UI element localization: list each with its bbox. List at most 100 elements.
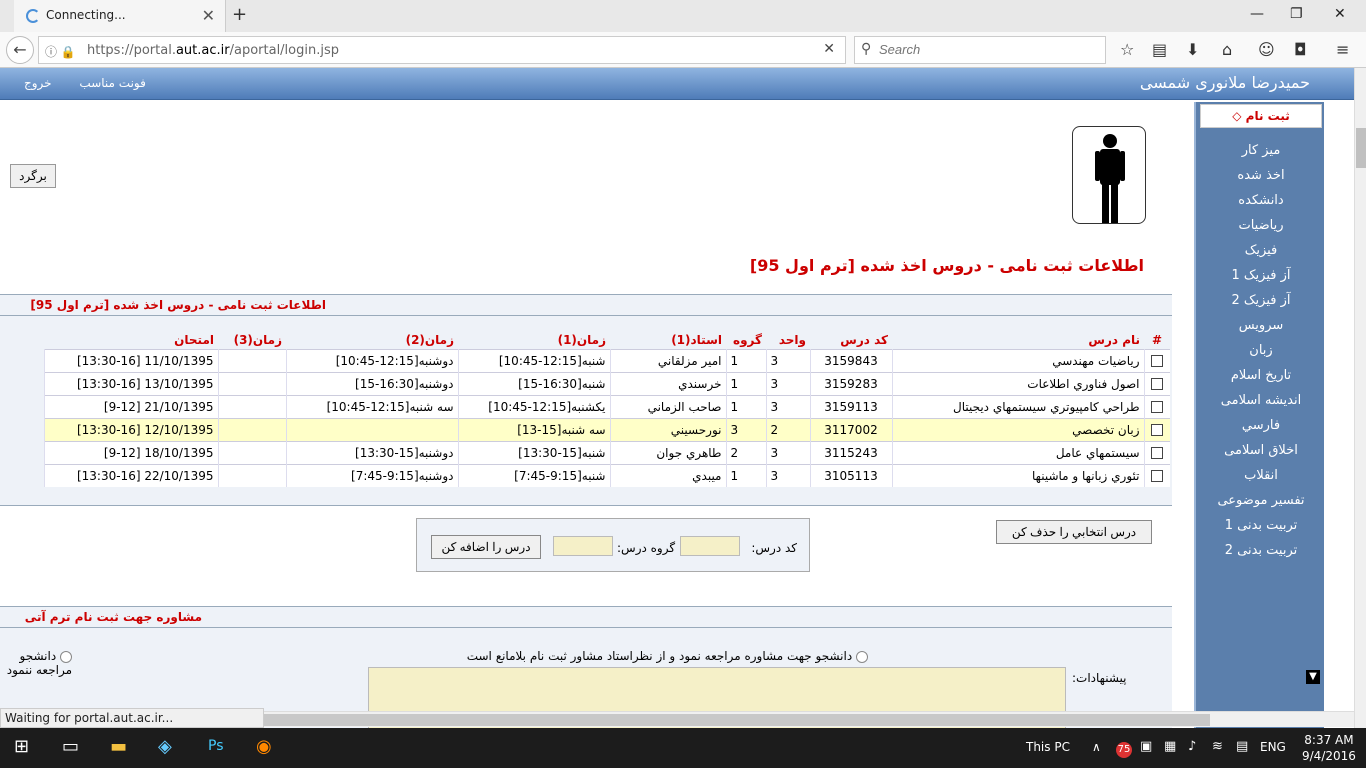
search-input[interactable] — [879, 42, 1099, 57]
home-icon[interactable]: ⌂ — [1222, 40, 1232, 59]
scroll-down-icon[interactable]: ▼ — [1306, 670, 1320, 684]
exit-link[interactable]: خروج — [24, 76, 52, 90]
cell-time3 — [217, 463, 286, 487]
vertical-scrollbar[interactable] — [1354, 68, 1366, 728]
row-checkbox[interactable] — [1151, 470, 1164, 483]
sidebar-item[interactable]: دانشکده — [1196, 188, 1326, 213]
firefox-icon[interactable]: ◉ — [256, 736, 272, 757]
minimize-icon[interactable]: — — [1250, 6, 1264, 22]
task-view-icon[interactable]: ▭ — [62, 736, 79, 757]
pocket-icon[interactable]: ◘ — [1294, 40, 1307, 59]
window-close-icon[interactable]: ✕ — [1334, 6, 1346, 22]
search-box[interactable]: ⚲ — [854, 36, 1106, 64]
sidebar-item[interactable]: اندیشه اسلامی — [1196, 388, 1326, 413]
section-title: مشاوره جهت ثبت نام ترم آتی — [24, 610, 202, 624]
app-icon[interactable]: ◈ — [158, 736, 172, 757]
cell-time1: شنبه[16:30-15] — [457, 371, 610, 395]
delete-course-button[interactable]: درس انتخابي را حذف كن — [996, 520, 1152, 544]
table-row: اصول فناوري اطلاعات 3159283 3 1 خرسندي ش… — [44, 371, 1170, 395]
cell-time2 — [285, 417, 458, 441]
url-bar[interactable]: ⓘ 🔒 https://portal.aut.ac.ir/aportal/log… — [38, 36, 846, 64]
nav-bar: ← ⓘ 🔒 https://portal.aut.ac.ir/aportal/l… — [0, 32, 1366, 68]
clock[interactable]: 8:37 AM 9/4/2016 — [1302, 732, 1356, 764]
sidebar: ثبت نام ◇ میز کار اخذ شده دانشکده ریاضیا… — [1194, 102, 1324, 728]
row-checkbox[interactable] — [1151, 447, 1164, 459]
cell-name: اصول فناوري اطلاعات — [891, 371, 1144, 395]
download-icon[interactable]: ⬇ — [1186, 40, 1199, 59]
add-course-button[interactable]: درس را اضافه كن — [431, 535, 541, 559]
not-advised-radio[interactable] — [60, 650, 72, 663]
sidebar-item[interactable]: اخذ شده — [1196, 163, 1326, 188]
loading-spinner-icon — [26, 9, 40, 23]
site-info-icon[interactable]: ⓘ 🔒 — [45, 43, 76, 60]
sidebar-item[interactable]: ریاضیات — [1196, 213, 1326, 238]
back-button[interactable]: برگرد — [10, 164, 56, 188]
emoji-icon[interactable]: ☺ — [1258, 40, 1275, 59]
menu-icon[interactable]: ≡ — [1336, 40, 1349, 59]
sidebar-item[interactable]: فارسي — [1196, 413, 1326, 438]
notification-badge[interactable]: 75 — [1116, 742, 1132, 758]
cell-teacher: صاحب الزماني — [609, 394, 726, 418]
advised-radio[interactable] — [856, 650, 868, 663]
cell-exam: 22/10/1395 [13:30-16] — [44, 463, 218, 487]
tray-icon[interactable]: ▦ — [1164, 739, 1176, 754]
message-icon[interactable]: ▤ — [1236, 739, 1248, 754]
row-checkbox[interactable] — [1151, 378, 1164, 390]
sidebar-item[interactable]: فیزیک — [1196, 238, 1326, 263]
sidebar-item[interactable]: تربیت بدنی 1 — [1196, 513, 1326, 538]
clock-time: 8:37 AM — [1304, 733, 1354, 747]
wifi-icon[interactable]: ≋ — [1212, 739, 1223, 754]
cell-time3 — [217, 371, 286, 395]
table-row: تئوري زبانها و ماشينها 3105113 3 1 ميبدي… — [44, 463, 1170, 487]
back-arrow-icon[interactable]: ← — [6, 36, 34, 64]
reading-list-icon[interactable]: ▤ — [1152, 40, 1167, 59]
cell-time2: سه شنبه[12:15-10:45] — [285, 394, 458, 418]
cell-units: 3 — [765, 348, 810, 372]
cell-code: 3115243 — [809, 440, 892, 464]
monitor-icon[interactable]: ▣ — [1140, 739, 1152, 754]
sidebar-item[interactable]: انقلاب — [1196, 463, 1326, 488]
sidebar-item[interactable]: اخلاق اسلامی — [1196, 438, 1326, 463]
cell-group: 1 — [725, 348, 766, 372]
sidebar-item[interactable]: میز کار — [1196, 138, 1326, 163]
col-header: # — [1151, 332, 1163, 347]
sidebar-item[interactable]: زبان — [1196, 338, 1326, 363]
course-code-input[interactable] — [680, 536, 740, 556]
restore-icon[interactable]: ❐ — [1290, 6, 1303, 22]
this-pc-label[interactable]: This PC — [1026, 740, 1070, 754]
new-tab-icon[interactable]: + — [232, 4, 247, 25]
cell-code: 3159283 — [809, 371, 892, 395]
sidebar-item[interactable]: آز فیزیک 2 — [1196, 288, 1326, 313]
sidebar-title[interactable]: ثبت نام ◇ — [1200, 104, 1322, 128]
language-indicator[interactable]: ENG — [1260, 740, 1286, 754]
sidebar-item[interactable]: آز فیزیک 1 — [1196, 263, 1326, 288]
photoshop-icon[interactable]: Ps — [208, 738, 224, 754]
advised-option[interactable]: دانشجو جهت مشاوره مراجعه نمود و از نظراس… — [467, 649, 868, 663]
row-checkbox[interactable] — [1151, 355, 1164, 367]
cell-teacher: نورحسيني — [609, 417, 726, 441]
cell-teacher: ميبدي — [609, 463, 726, 487]
cell-group: 2 — [725, 440, 766, 464]
tray-expand-icon[interactable]: ∧ — [1092, 740, 1101, 754]
active-tab[interactable]: Connecting... ✕ — [14, 0, 226, 32]
sidebar-item[interactable]: تفسیر موضوعی — [1196, 488, 1326, 513]
col-header: زمان(2) — [405, 332, 454, 347]
volume-icon[interactable]: ♪ — [1188, 739, 1196, 754]
row-checkbox[interactable] — [1151, 401, 1164, 413]
cell-units: 3 — [765, 394, 810, 418]
table-row: طراحي كامپيوتري سيستمهاي ديجيتال 3159113… — [44, 394, 1170, 418]
close-tab-icon[interactable]: ✕ — [202, 6, 215, 25]
file-explorer-icon[interactable]: ▬ — [110, 736, 127, 757]
stop-loading-icon[interactable]: ✕ — [823, 41, 835, 57]
sidebar-item[interactable]: تاریخ اسلام — [1196, 363, 1326, 388]
windows-start-icon[interactable]: ⊞ — [14, 736, 29, 757]
sidebar-item[interactable]: تربیت بدنی 2 — [1196, 538, 1326, 563]
page-content: حمیدرضا ملانوری شمسی فونت مناسب خروج ثبت… — [0, 68, 1366, 728]
bookmark-star-icon[interactable]: ☆ — [1120, 40, 1134, 59]
cell-group: 1 — [725, 463, 766, 487]
not-advised-option[interactable]: دانشجو مراجعه ننمود — [0, 649, 72, 677]
font-link[interactable]: فونت مناسب — [79, 76, 145, 90]
group-input[interactable] — [553, 536, 613, 556]
sidebar-item[interactable]: سرویس — [1196, 313, 1326, 338]
row-checkbox[interactable] — [1151, 424, 1164, 436]
